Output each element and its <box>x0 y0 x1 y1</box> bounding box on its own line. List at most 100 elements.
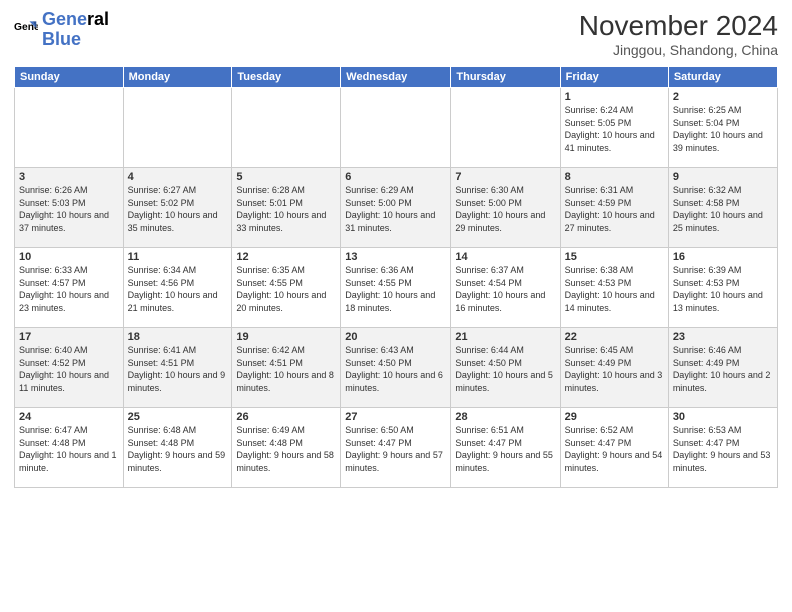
day-number: 1 <box>565 91 664 103</box>
table-row: 6Sunrise: 6:29 AMSunset: 5:00 PMDaylight… <box>341 168 451 248</box>
table-row: 7Sunrise: 6:30 AMSunset: 5:00 PMDaylight… <box>451 168 560 248</box>
day-info: Sunrise: 6:37 AMSunset: 4:54 PMDaylight:… <box>455 264 555 314</box>
day-number: 28 <box>455 411 555 423</box>
day-info: Sunrise: 6:34 AMSunset: 4:56 PMDaylight:… <box>128 264 228 314</box>
table-row <box>341 88 451 168</box>
calendar-week-4: 17Sunrise: 6:40 AMSunset: 4:52 PMDayligh… <box>15 328 778 408</box>
table-row: 14Sunrise: 6:37 AMSunset: 4:54 PMDayligh… <box>451 248 560 328</box>
month-title: November 2024 <box>579 10 778 42</box>
table-row: 16Sunrise: 6:39 AMSunset: 4:53 PMDayligh… <box>668 248 777 328</box>
day-info: Sunrise: 6:53 AMSunset: 4:47 PMDaylight:… <box>673 424 773 474</box>
table-row: 28Sunrise: 6:51 AMSunset: 4:47 PMDayligh… <box>451 408 560 488</box>
col-tuesday: Tuesday <box>232 67 341 88</box>
table-row: 4Sunrise: 6:27 AMSunset: 5:02 PMDaylight… <box>123 168 232 248</box>
day-info: Sunrise: 6:26 AMSunset: 5:03 PMDaylight:… <box>19 184 119 234</box>
table-row: 23Sunrise: 6:46 AMSunset: 4:49 PMDayligh… <box>668 328 777 408</box>
day-info: Sunrise: 6:29 AMSunset: 5:00 PMDaylight:… <box>345 184 446 234</box>
col-sunday: Sunday <box>15 67 124 88</box>
day-info: Sunrise: 6:48 AMSunset: 4:48 PMDaylight:… <box>128 424 228 474</box>
table-row: 20Sunrise: 6:43 AMSunset: 4:50 PMDayligh… <box>341 328 451 408</box>
calendar-week-2: 3Sunrise: 6:26 AMSunset: 5:03 PMDaylight… <box>15 168 778 248</box>
col-wednesday: Wednesday <box>341 67 451 88</box>
day-info: Sunrise: 6:31 AMSunset: 4:59 PMDaylight:… <box>565 184 664 234</box>
day-info: Sunrise: 6:28 AMSunset: 5:01 PMDaylight:… <box>236 184 336 234</box>
table-row: 3Sunrise: 6:26 AMSunset: 5:03 PMDaylight… <box>15 168 124 248</box>
calendar-table: Sunday Monday Tuesday Wednesday Thursday… <box>14 66 778 488</box>
col-saturday: Saturday <box>668 67 777 88</box>
day-info: Sunrise: 6:39 AMSunset: 4:53 PMDaylight:… <box>673 264 773 314</box>
day-info: Sunrise: 6:25 AMSunset: 5:04 PMDaylight:… <box>673 104 773 154</box>
day-number: 30 <box>673 411 773 423</box>
table-row: 9Sunrise: 6:32 AMSunset: 4:58 PMDaylight… <box>668 168 777 248</box>
table-row: 13Sunrise: 6:36 AMSunset: 4:55 PMDayligh… <box>341 248 451 328</box>
day-info: Sunrise: 6:40 AMSunset: 4:52 PMDaylight:… <box>19 344 119 394</box>
day-info: Sunrise: 6:27 AMSunset: 5:02 PMDaylight:… <box>128 184 228 234</box>
day-number: 24 <box>19 411 119 423</box>
day-number: 9 <box>673 171 773 183</box>
col-friday: Friday <box>560 67 668 88</box>
table-row: 11Sunrise: 6:34 AMSunset: 4:56 PMDayligh… <box>123 248 232 328</box>
day-number: 27 <box>345 411 446 423</box>
table-row: 12Sunrise: 6:35 AMSunset: 4:55 PMDayligh… <box>232 248 341 328</box>
table-row: 25Sunrise: 6:48 AMSunset: 4:48 PMDayligh… <box>123 408 232 488</box>
day-number: 22 <box>565 331 664 343</box>
day-info: Sunrise: 6:35 AMSunset: 4:55 PMDaylight:… <box>236 264 336 314</box>
day-info: Sunrise: 6:32 AMSunset: 4:58 PMDaylight:… <box>673 184 773 234</box>
day-number: 25 <box>128 411 228 423</box>
col-monday: Monday <box>123 67 232 88</box>
day-info: Sunrise: 6:24 AMSunset: 5:05 PMDaylight:… <box>565 104 664 154</box>
day-number: 7 <box>455 171 555 183</box>
table-row: 27Sunrise: 6:50 AMSunset: 4:47 PMDayligh… <box>341 408 451 488</box>
day-info: Sunrise: 6:42 AMSunset: 4:51 PMDaylight:… <box>236 344 336 394</box>
day-number: 14 <box>455 251 555 263</box>
table-row: 29Sunrise: 6:52 AMSunset: 4:47 PMDayligh… <box>560 408 668 488</box>
logo-text-line2: Blue <box>42 30 109 50</box>
day-number: 5 <box>236 171 336 183</box>
table-row: 10Sunrise: 6:33 AMSunset: 4:57 PMDayligh… <box>15 248 124 328</box>
day-info: Sunrise: 6:36 AMSunset: 4:55 PMDaylight:… <box>345 264 446 314</box>
day-info: Sunrise: 6:44 AMSunset: 4:50 PMDaylight:… <box>455 344 555 394</box>
table-row: 26Sunrise: 6:49 AMSunset: 4:48 PMDayligh… <box>232 408 341 488</box>
table-row: 19Sunrise: 6:42 AMSunset: 4:51 PMDayligh… <box>232 328 341 408</box>
day-info: Sunrise: 6:38 AMSunset: 4:53 PMDaylight:… <box>565 264 664 314</box>
day-number: 26 <box>236 411 336 423</box>
calendar-week-5: 24Sunrise: 6:47 AMSunset: 4:48 PMDayligh… <box>15 408 778 488</box>
day-number: 23 <box>673 331 773 343</box>
day-number: 8 <box>565 171 664 183</box>
logo: Gene General Blue <box>14 10 109 50</box>
logo-icon: Gene <box>14 18 38 42</box>
calendar-header-row: Sunday Monday Tuesday Wednesday Thursday… <box>15 67 778 88</box>
title-block: November 2024 Jinggou, Shandong, China <box>579 10 778 58</box>
table-row: 22Sunrise: 6:45 AMSunset: 4:49 PMDayligh… <box>560 328 668 408</box>
table-row <box>123 88 232 168</box>
location: Jinggou, Shandong, China <box>579 42 778 58</box>
table-row <box>451 88 560 168</box>
day-number: 17 <box>19 331 119 343</box>
day-number: 12 <box>236 251 336 263</box>
day-info: Sunrise: 6:50 AMSunset: 4:47 PMDaylight:… <box>345 424 446 474</box>
table-row: 8Sunrise: 6:31 AMSunset: 4:59 PMDaylight… <box>560 168 668 248</box>
day-info: Sunrise: 6:46 AMSunset: 4:49 PMDaylight:… <box>673 344 773 394</box>
day-info: Sunrise: 6:52 AMSunset: 4:47 PMDaylight:… <box>565 424 664 474</box>
table-row: 15Sunrise: 6:38 AMSunset: 4:53 PMDayligh… <box>560 248 668 328</box>
day-info: Sunrise: 6:45 AMSunset: 4:49 PMDaylight:… <box>565 344 664 394</box>
col-thursday: Thursday <box>451 67 560 88</box>
table-row: 2Sunrise: 6:25 AMSunset: 5:04 PMDaylight… <box>668 88 777 168</box>
day-number: 10 <box>19 251 119 263</box>
day-info: Sunrise: 6:51 AMSunset: 4:47 PMDaylight:… <box>455 424 555 474</box>
calendar-week-1: 1Sunrise: 6:24 AMSunset: 5:05 PMDaylight… <box>15 88 778 168</box>
day-info: Sunrise: 6:49 AMSunset: 4:48 PMDaylight:… <box>236 424 336 474</box>
table-row: 30Sunrise: 6:53 AMSunset: 4:47 PMDayligh… <box>668 408 777 488</box>
logo-text-line1: General <box>42 10 109 30</box>
table-row <box>15 88 124 168</box>
table-row: 17Sunrise: 6:40 AMSunset: 4:52 PMDayligh… <box>15 328 124 408</box>
day-number: 13 <box>345 251 446 263</box>
day-number: 6 <box>345 171 446 183</box>
table-row <box>232 88 341 168</box>
day-info: Sunrise: 6:41 AMSunset: 4:51 PMDaylight:… <box>128 344 228 394</box>
day-number: 18 <box>128 331 228 343</box>
table-row: 21Sunrise: 6:44 AMSunset: 4:50 PMDayligh… <box>451 328 560 408</box>
day-info: Sunrise: 6:43 AMSunset: 4:50 PMDaylight:… <box>345 344 446 394</box>
day-number: 20 <box>345 331 446 343</box>
table-row: 18Sunrise: 6:41 AMSunset: 4:51 PMDayligh… <box>123 328 232 408</box>
